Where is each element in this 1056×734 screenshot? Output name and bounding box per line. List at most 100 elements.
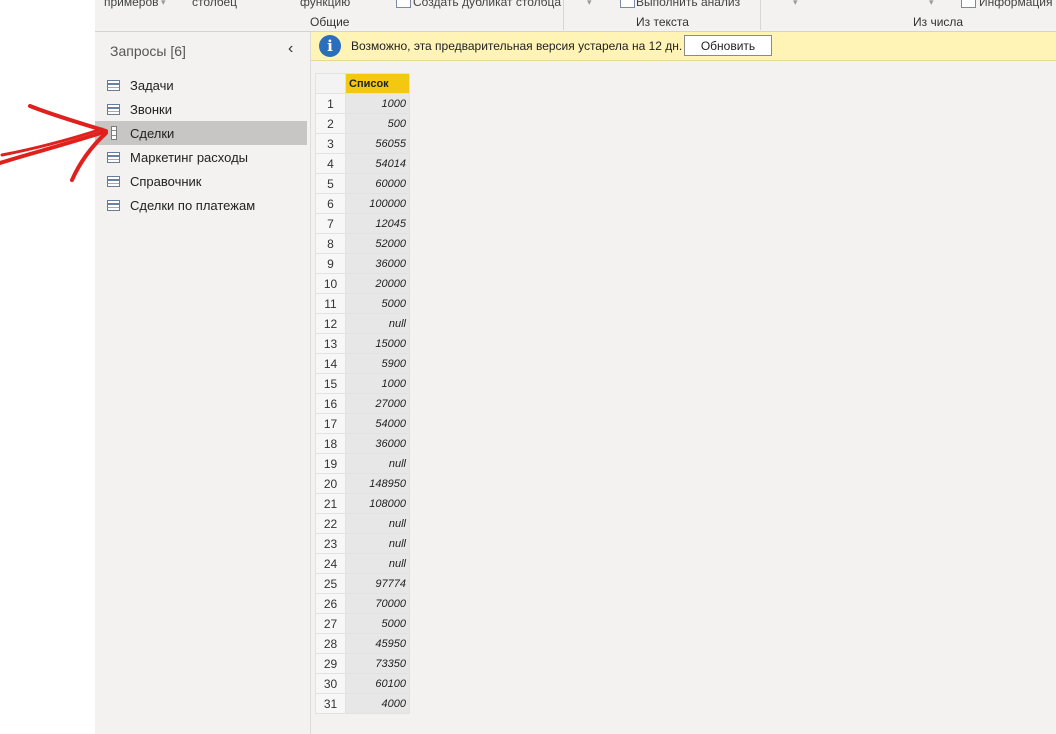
row-number[interactable]: 20 (315, 473, 346, 494)
query-item-calls[interactable]: Звонки (95, 97, 307, 121)
row-number[interactable]: 3 (315, 133, 346, 154)
table-cell[interactable]: 45950 (345, 633, 410, 654)
row-number[interactable]: 16 (315, 393, 346, 414)
collapse-panel-icon[interactable]: ‹ (288, 40, 293, 58)
row-number[interactable]: 22 (315, 513, 346, 534)
chevron-down-icon[interactable]: ▾ (587, 0, 592, 8)
table-cell[interactable]: 1000 (345, 93, 410, 114)
refresh-button[interactable]: Обновить (684, 35, 772, 56)
grid-corner[interactable] (315, 73, 346, 94)
table-row[interactable]: 25 97774 (315, 573, 410, 594)
table-cell[interactable]: 54014 (345, 153, 410, 174)
table-row[interactable]: 20 148950 (315, 473, 410, 494)
table-cell[interactable]: 108000 (345, 493, 410, 514)
query-item-tasks[interactable]: Задачи (95, 73, 307, 97)
row-number[interactable]: 27 (315, 613, 346, 634)
table-row[interactable]: 29 73350 (315, 653, 410, 674)
row-number[interactable]: 25 (315, 573, 346, 594)
table-cell[interactable]: 60100 (345, 673, 410, 694)
table-cell[interactable]: 36000 (345, 433, 410, 454)
table-row[interactable]: 16 27000 (315, 393, 410, 414)
row-number[interactable]: 26 (315, 593, 346, 614)
table-cell[interactable]: 56055 (345, 133, 410, 154)
table-cell[interactable]: 27000 (345, 393, 410, 414)
table-cell[interactable]: 73350 (345, 653, 410, 674)
row-number[interactable]: 24 (315, 553, 346, 574)
table-row[interactable]: 10 20000 (315, 273, 410, 294)
information-button[interactable]: Информация (979, 0, 1052, 9)
query-item-deals[interactable]: Сделки (95, 121, 307, 145)
query-item-marketing-expenses[interactable]: Маркетинг расходы (95, 145, 307, 169)
row-number[interactable]: 15 (315, 373, 346, 394)
chevron-down-icon[interactable]: ▾ (793, 0, 798, 8)
table-row[interactable]: 13 15000 (315, 333, 410, 354)
table-cell[interactable]: 97774 (345, 573, 410, 594)
chevron-down-icon[interactable]: ▾ (161, 0, 166, 8)
row-number[interactable]: 31 (315, 693, 346, 714)
table-row[interactable]: 2 500 (315, 113, 410, 134)
table-row[interactable]: 5 60000 (315, 173, 410, 194)
row-number[interactable]: 30 (315, 673, 346, 694)
run-analysis-button[interactable]: Выполнить анализ (636, 0, 740, 9)
row-number[interactable]: 5 (315, 173, 346, 194)
table-row[interactable]: 9 36000 (315, 253, 410, 274)
row-number[interactable]: 13 (315, 333, 346, 354)
table-cell[interactable]: 500 (345, 113, 410, 134)
table-row[interactable]: 1 1000 (315, 93, 410, 114)
table-cell[interactable]: 36000 (345, 253, 410, 274)
table-row[interactable]: 30 60100 (315, 673, 410, 694)
table-cell[interactable]: 4000 (345, 693, 410, 714)
table-cell[interactable]: null (345, 533, 410, 554)
table-row[interactable]: 4 54014 (315, 153, 410, 174)
table-row[interactable]: 14 5900 (315, 353, 410, 374)
table-row[interactable]: 6 100000 (315, 193, 410, 214)
table-cell[interactable]: 100000 (345, 193, 410, 214)
row-number[interactable]: 2 (315, 113, 346, 134)
row-number[interactable]: 21 (315, 493, 346, 514)
row-number[interactable]: 6 (315, 193, 346, 214)
ribbon-column-button[interactable]: столбец (192, 0, 237, 9)
table-cell[interactable]: 1000 (345, 373, 410, 394)
table-row[interactable]: 3 56055 (315, 133, 410, 154)
ribbon-examples-button[interactable]: примеров (104, 0, 159, 9)
ribbon-function-button[interactable]: функцию (300, 0, 350, 9)
table-row[interactable]: 18 36000 (315, 433, 410, 454)
row-number[interactable]: 10 (315, 273, 346, 294)
table-row[interactable]: 24 null (315, 553, 410, 574)
table-row[interactable]: 23 null (315, 533, 410, 554)
column-header[interactable]: Список (345, 73, 410, 94)
table-cell[interactable]: 70000 (345, 593, 410, 614)
table-row[interactable]: 22 null (315, 513, 410, 534)
row-number[interactable]: 12 (315, 313, 346, 334)
row-number[interactable]: 1 (315, 93, 346, 114)
table-cell[interactable]: null (345, 453, 410, 474)
table-row[interactable]: 15 1000 (315, 373, 410, 394)
table-row[interactable]: 11 5000 (315, 293, 410, 314)
table-row[interactable]: 17 54000 (315, 413, 410, 434)
query-item-deals-by-payments[interactable]: Сделки по платежам (95, 193, 307, 217)
table-row[interactable]: 26 70000 (315, 593, 410, 614)
row-number[interactable]: 7 (315, 213, 346, 234)
row-number[interactable]: 8 (315, 233, 346, 254)
row-number[interactable]: 9 (315, 253, 346, 274)
table-cell[interactable]: 20000 (345, 273, 410, 294)
chevron-down-icon[interactable]: ▾ (929, 0, 934, 8)
table-cell[interactable]: 52000 (345, 233, 410, 254)
row-number[interactable]: 28 (315, 633, 346, 654)
table-cell[interactable]: 148950 (345, 473, 410, 494)
row-number[interactable]: 19 (315, 453, 346, 474)
duplicate-column-button[interactable]: Создать дубликат столбца (413, 0, 561, 9)
table-cell[interactable]: 60000 (345, 173, 410, 194)
row-number[interactable]: 14 (315, 353, 346, 374)
table-row[interactable]: 12 null (315, 313, 410, 334)
row-number[interactable]: 11 (315, 293, 346, 314)
table-cell[interactable]: null (345, 553, 410, 574)
table-row[interactable]: 28 45950 (315, 633, 410, 654)
table-row[interactable]: 8 52000 (315, 233, 410, 254)
query-item-reference[interactable]: Справочник (95, 169, 307, 193)
row-number[interactable]: 4 (315, 153, 346, 174)
table-row[interactable]: 19 null (315, 453, 410, 474)
table-row[interactable]: 27 5000 (315, 613, 410, 634)
table-cell[interactable]: 54000 (345, 413, 410, 434)
table-cell[interactable]: 5900 (345, 353, 410, 374)
